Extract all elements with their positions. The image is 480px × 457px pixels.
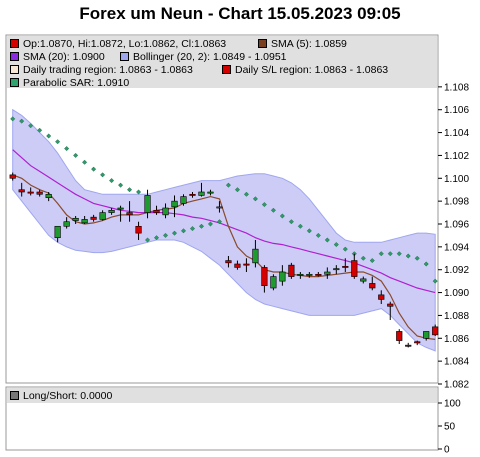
candle-body bbox=[207, 191, 214, 194]
legend-long-short-swatch bbox=[10, 391, 19, 400]
candle-body bbox=[99, 212, 106, 220]
candle-body bbox=[315, 273, 322, 276]
candle-body bbox=[45, 193, 52, 199]
y-tick-label: 1.106 bbox=[444, 105, 469, 116]
legend-sar-label: Parabolic SAR: 1.0910 bbox=[23, 77, 130, 89]
candle-body bbox=[405, 344, 412, 347]
legend-daily-sl: Daily S/L region: 1.0863 - 1.0863 bbox=[222, 64, 388, 76]
candle-body bbox=[234, 263, 241, 268]
candle-body bbox=[369, 283, 376, 289]
y-tick-label: 1.096 bbox=[444, 220, 469, 231]
candle-body bbox=[72, 217, 79, 221]
legend-sar-swatch bbox=[10, 78, 19, 87]
candle-body bbox=[378, 294, 385, 300]
legend-sma20-swatch bbox=[10, 52, 19, 61]
candle-body bbox=[297, 273, 304, 276]
candle-body bbox=[63, 221, 70, 227]
y-tick-label: 1.082 bbox=[444, 380, 469, 391]
candle-body bbox=[306, 273, 313, 276]
lower-y-tick-label: 100 bbox=[444, 399, 461, 410]
candle-body bbox=[324, 271, 331, 275]
candle-body bbox=[108, 209, 115, 213]
legend-sma5: SMA (5): 1.0859 bbox=[258, 38, 347, 50]
legend-daily-trading-label: Daily trading region: 1.0863 - 1.0863 bbox=[23, 64, 193, 76]
lower-y-tick-label: 50 bbox=[444, 422, 456, 433]
candle-body bbox=[36, 191, 43, 195]
main-y-axis: 1.082 1.084 1.086 1.088 1.090 1.092 1.094 1.096… bbox=[438, 82, 469, 391]
candle-body bbox=[216, 206, 223, 209]
candle-body bbox=[18, 189, 25, 193]
legend-daily-trading-swatch bbox=[10, 65, 19, 74]
legend-ohlc: Op:1.0870, Hi:1.0872, Lo:1.0862, Cl:1.08… bbox=[10, 38, 226, 50]
candle-body bbox=[432, 326, 439, 336]
legend-sar: Parabolic SAR: 1.0910 bbox=[10, 77, 129, 89]
lower-y-tick-label: 0 bbox=[444, 445, 450, 456]
candle-body bbox=[198, 191, 205, 196]
legend-bollinger: Bollinger (20, 2): 1.0849 - 1.0951 bbox=[120, 51, 287, 63]
y-tick-label: 1.102 bbox=[444, 151, 469, 162]
legend-daily-sl-label: Daily S/L region: 1.0863 - 1.0863 bbox=[235, 64, 389, 76]
candle-body bbox=[162, 207, 169, 216]
candle-body bbox=[288, 264, 295, 277]
legend-daily-trading: Daily trading region: 1.0863 - 1.0863 bbox=[10, 64, 193, 76]
candle-body bbox=[90, 216, 97, 220]
candle-body bbox=[414, 341, 421, 344]
candle-body bbox=[189, 193, 196, 196]
candle-body bbox=[270, 276, 277, 289]
candle-body bbox=[126, 212, 133, 216]
candle-body bbox=[243, 263, 250, 266]
legend-long-short-label: Long/Short: 0.0000 bbox=[23, 390, 113, 402]
legend-sma20-label: SMA (20): 1.0900 bbox=[23, 51, 105, 63]
candle-body bbox=[144, 195, 151, 213]
y-tick-label: 1.084 bbox=[444, 357, 469, 368]
candle-body bbox=[351, 260, 358, 277]
candle-body bbox=[180, 196, 187, 204]
lower-y-axis: 0 50 100 bbox=[438, 399, 461, 456]
candle-body bbox=[27, 191, 34, 194]
candle-body bbox=[261, 267, 268, 287]
candle-body bbox=[423, 331, 430, 339]
y-tick-label: 1.092 bbox=[444, 265, 469, 276]
legend-daily-sl-swatch bbox=[222, 65, 231, 74]
legend-sma5-swatch bbox=[258, 39, 267, 48]
y-tick-label: 1.090 bbox=[444, 288, 469, 299]
y-tick-label: 1.104 bbox=[444, 128, 469, 139]
candle-body bbox=[360, 278, 367, 282]
candle-body bbox=[252, 248, 259, 264]
y-tick-label: 1.098 bbox=[444, 197, 469, 208]
candle-body bbox=[117, 207, 124, 210]
candle-body bbox=[225, 260, 232, 264]
legend-sma20: SMA (20): 1.0900 bbox=[10, 51, 105, 63]
legend-ohlc-label: Op:1.0870, Hi:1.0872, Lo:1.0862, Cl:1.08… bbox=[23, 38, 227, 50]
candle-body bbox=[387, 303, 394, 307]
y-tick-label: 1.100 bbox=[444, 174, 469, 185]
y-tick-label: 1.088 bbox=[444, 311, 469, 322]
legend-sma5-label: SMA (5): 1.0859 bbox=[271, 38, 347, 50]
y-tick-label: 1.108 bbox=[444, 82, 469, 93]
candle-body bbox=[81, 219, 88, 224]
y-tick-label: 1.094 bbox=[444, 242, 469, 253]
chart-title: Forex um Neun - Chart 15.05.2023 09:05 bbox=[79, 4, 401, 23]
candle-body bbox=[396, 331, 403, 341]
candle-body bbox=[279, 271, 286, 282]
candle-body bbox=[333, 268, 340, 271]
legend-bollinger-label: Bollinger (20, 2): 1.0849 - 1.0951 bbox=[133, 51, 287, 63]
candle-body bbox=[135, 225, 142, 234]
candle-body bbox=[171, 200, 178, 208]
candle-body bbox=[342, 265, 349, 268]
y-tick-label: 1.086 bbox=[444, 334, 469, 345]
legend-long-short: Long/Short: 0.0000 bbox=[10, 390, 112, 402]
legend-ohlc-swatch bbox=[10, 39, 19, 48]
candle-body bbox=[153, 209, 160, 213]
candle-body bbox=[9, 174, 16, 179]
candle-body bbox=[54, 225, 61, 239]
legend-bollinger-swatch bbox=[120, 52, 129, 61]
